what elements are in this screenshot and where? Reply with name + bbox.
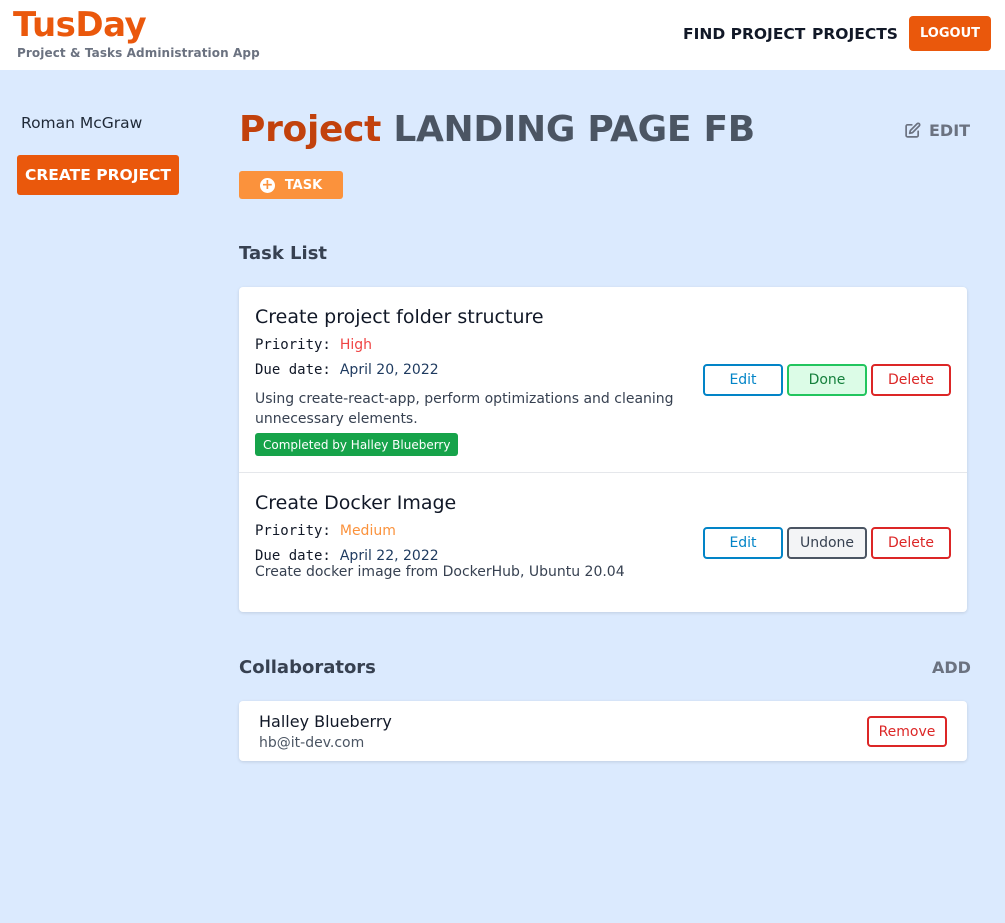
task-list: Create project folder structure Priority…	[239, 287, 967, 612]
create-project-button[interactable]: CREATE PROJECT	[17, 155, 179, 195]
task-description: Create docker image from DockerHub, Ubun…	[255, 564, 625, 580]
task-description: Using create-react-app, perform optimiza…	[255, 391, 674, 427]
task-item: Create project folder structure Priority…	[239, 287, 967, 473]
project-name: LANDING PAGE FB	[393, 109, 755, 150]
done-task-button[interactable]: Done	[787, 364, 867, 396]
edit-task-button[interactable]: Edit	[703, 364, 783, 396]
task-title: Create project folder structure	[255, 306, 544, 328]
edit-task-button[interactable]: Edit	[703, 527, 783, 559]
plus-circle-icon: +	[259, 177, 275, 193]
undone-task-button[interactable]: Undone	[787, 527, 867, 559]
task-priority: Priority: High	[255, 337, 372, 353]
page-title-prefix: Project	[239, 109, 382, 150]
task-due-date: Due date: April 20, 2022	[255, 362, 439, 378]
logout-button[interactable]: LOGOUT	[909, 16, 991, 51]
priority-label: Priority:	[255, 337, 331, 353]
edit-square-icon	[905, 122, 921, 138]
app-tagline: Project & Tasks Administration App	[17, 46, 260, 60]
completed-badge: Completed by Halley Blueberry	[255, 433, 459, 456]
task-priority: Priority: Medium	[255, 523, 396, 539]
priority-value: High	[339, 337, 373, 353]
add-collaborator-button[interactable]: ADD	[932, 658, 971, 677]
app-logo[interactable]: TusDay	[13, 8, 147, 42]
task-item: Create Docker Image Priority: Medium Due…	[239, 473, 967, 612]
due-date-value: April 20, 2022	[339, 362, 439, 378]
priority-value: Medium	[339, 523, 396, 539]
collaborator-item: Halley Blueberry hb@it-dev.com Remove	[239, 701, 967, 761]
remove-collaborator-button[interactable]: Remove	[867, 716, 947, 747]
task-list-heading: Task List	[239, 243, 328, 264]
collaborator-name: Halley Blueberry	[259, 712, 392, 731]
edit-project-button[interactable]: EDIT	[904, 121, 970, 140]
page-title: Project LANDING PAGE FB	[239, 110, 755, 150]
delete-task-button[interactable]: Delete	[871, 527, 951, 559]
top-header: TusDay Project & Tasks Administration Ap…	[0, 0, 1005, 70]
due-date-label: Due date:	[255, 362, 331, 378]
priority-label: Priority:	[255, 523, 331, 539]
collaborator-email: hb@it-dev.com	[259, 735, 365, 751]
nav-find-project[interactable]: FIND PROJECT	[683, 25, 805, 43]
collaborators-heading: Collaborators	[239, 657, 376, 678]
edit-project-label: EDIT	[929, 121, 971, 140]
delete-task-button[interactable]: Delete	[871, 364, 951, 396]
nav-projects[interactable]: PROJECTS	[812, 25, 898, 43]
task-title: Create Docker Image	[255, 492, 457, 514]
current-user-name: Roman McGraw	[21, 114, 143, 132]
add-task-label: TASK	[284, 177, 323, 193]
add-task-button[interactable]: + TASK	[239, 171, 343, 199]
